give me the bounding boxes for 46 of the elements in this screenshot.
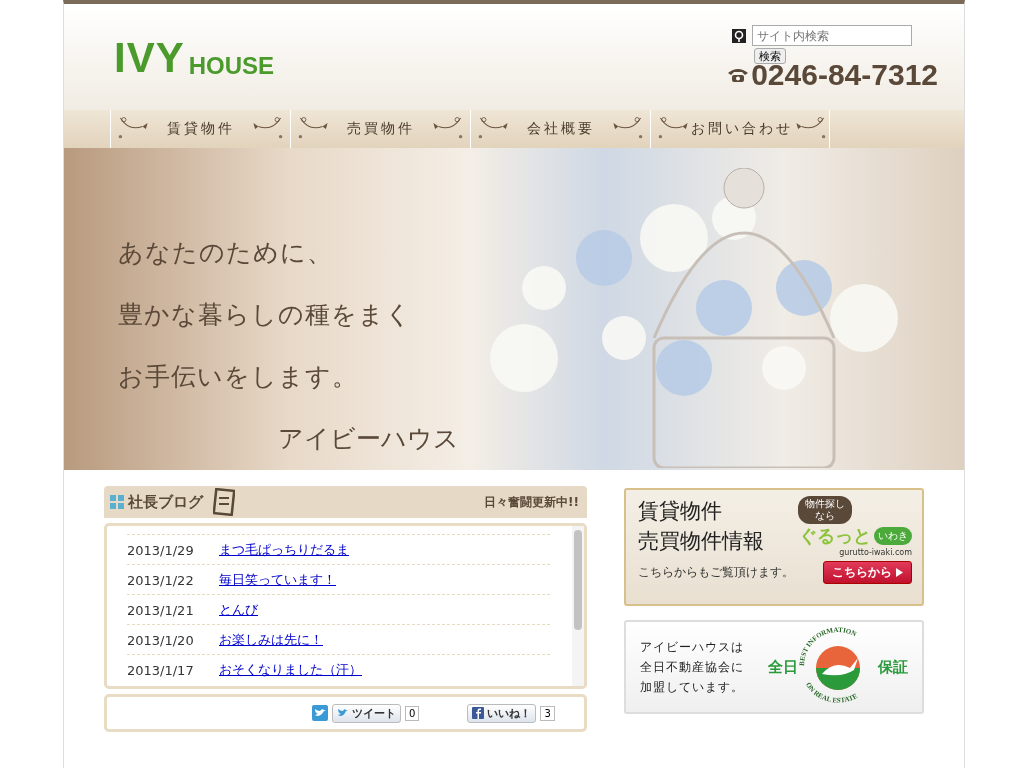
tweet-count: 0 [405, 705, 420, 721]
entry-date: 2013/1/20 [127, 632, 195, 648]
entry-date: 2013/1/17 [127, 662, 195, 678]
banner-note: こちらからもご覧頂けます。 [638, 564, 794, 581]
like-button[interactable]: いいね！ [467, 703, 537, 723]
entry-link[interactable]: おそくなりました（汗） [219, 661, 362, 679]
scrollbar[interactable] [572, 526, 584, 686]
hero-signature: アイビーハウス [278, 423, 459, 455]
brand-url: gurutto-iwaki.com [839, 548, 912, 557]
scrollbar-thumb[interactable] [574, 530, 582, 630]
search-field[interactable]: サイト内検索 [752, 25, 912, 46]
entry-date: 2013/1/21 [127, 602, 195, 618]
entry-link[interactable]: お楽しみは先に！ [219, 631, 323, 649]
banner-heading: 売買物件情報 [638, 528, 764, 555]
blog-tagline: 日々奮闘更新中!! [484, 493, 579, 511]
bird-icon [312, 705, 328, 721]
property-banner[interactable]: 賃貸物件 売買物件情報 物件探し なら ぐるっと いわき gurutto-iwaki.com こちらからもご覧頂けます。 こちらから [624, 488, 924, 606]
hero-text: お手伝いをします。 [118, 361, 358, 393]
tweet-button[interactable]: ツイート [332, 703, 401, 723]
hero-text: あなたのために、 [118, 237, 333, 269]
entry-link[interactable]: とんび [219, 601, 258, 619]
hero-text: 豊かな暮らしの種をまく [118, 299, 412, 331]
phone-icon [727, 67, 750, 83]
speech-bubble: 物件探し なら [798, 496, 852, 524]
entry-date: 2013/1/29 [127, 542, 195, 558]
search-icon [732, 28, 746, 43]
banner-text: アイビーハウスは [640, 639, 744, 656]
search-button[interactable]: 検索 [754, 48, 786, 64]
emblem-text: 全日 [768, 657, 798, 677]
like-count: 3 [540, 705, 555, 721]
brand-logo: ぐるっと [799, 524, 871, 548]
bird-icon [337, 707, 349, 719]
grid-icon [110, 495, 124, 509]
banner-text: 加盟しています。 [640, 679, 744, 696]
brand-tag: いわき [874, 527, 912, 545]
notepad-icon [213, 488, 235, 516]
banner-heading: 賃貸物件 [638, 498, 723, 525]
emblem-text: 保証 [878, 657, 908, 677]
facebook-icon [472, 707, 485, 719]
entry-date: 2013/1/22 [127, 572, 195, 588]
blog-title: 社長ブログ [128, 492, 203, 512]
play-icon [896, 568, 903, 577]
entry-link[interactable]: 毎日笑っています！ [219, 571, 336, 589]
entry-link[interactable]: まつ毛ぱっちりだるま [219, 541, 349, 559]
banner-text: 全日不動産協会に [640, 659, 744, 676]
view-button[interactable]: こちらから [823, 561, 912, 584]
